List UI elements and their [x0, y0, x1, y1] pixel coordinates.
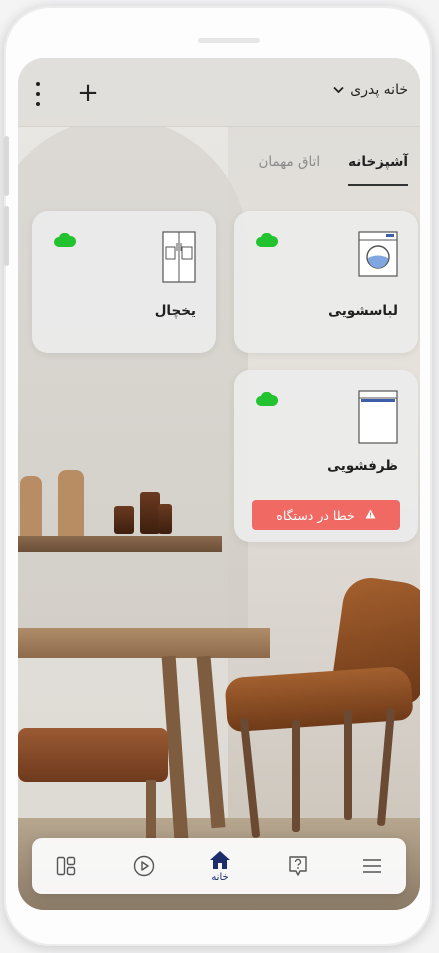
nav-menu[interactable]	[342, 838, 402, 894]
play-icon	[133, 855, 155, 877]
nav-support[interactable]	[268, 838, 328, 894]
background-table	[18, 628, 270, 658]
device-name: ظرفشویی	[327, 458, 398, 474]
device-error-badge[interactable]: خطا در دستگاه	[252, 500, 400, 530]
nav-home[interactable]: خانه	[190, 838, 250, 894]
bottom-navigation: خانه	[32, 838, 406, 894]
chair-leg	[344, 710, 352, 820]
nav-home-label: خانه	[211, 871, 229, 883]
top-bar: + خانه پدری	[18, 58, 420, 127]
add-button[interactable]: +	[76, 78, 100, 108]
jar	[114, 506, 134, 534]
home-name: خانه پدری	[350, 82, 408, 98]
washing-machine-icon	[358, 231, 398, 277]
chair-leg	[292, 720, 300, 832]
chevron-down-icon	[333, 83, 344, 97]
app-screen: + خانه پدری آشپزخانه اتاق مهمان لباسشویی	[18, 58, 420, 910]
fridge-icon	[162, 231, 196, 283]
jar	[140, 492, 160, 534]
cloud-online-icon	[54, 233, 76, 247]
cloud-online-icon	[256, 233, 278, 247]
nav-dashboard[interactable]	[36, 838, 96, 894]
home-icon	[210, 850, 230, 869]
chair-leg	[376, 707, 396, 827]
cutting-board	[58, 470, 84, 538]
background-shelf	[18, 536, 222, 552]
room-tabs: آشپزخانه اتاق مهمان	[258, 154, 408, 186]
side-button	[4, 136, 9, 196]
device-card-dishwasher[interactable]: ظرفشویی خطا در دستگاه	[234, 370, 418, 542]
menu-icon	[363, 859, 381, 873]
more-vertical-icon[interactable]	[30, 82, 46, 106]
device-card-fridge[interactable]: یخچال	[32, 211, 216, 353]
warning-icon	[365, 508, 376, 522]
side-button	[4, 206, 9, 266]
dashboard-icon	[56, 856, 76, 876]
cloud-online-icon	[256, 392, 278, 406]
speaker	[198, 38, 260, 43]
stool-leg	[146, 780, 156, 838]
device-name: یخچال	[154, 303, 196, 319]
tab-kitchen[interactable]: آشپزخانه	[348, 154, 408, 186]
background-arch	[18, 118, 248, 658]
error-text: خطا در دستگاه	[276, 507, 355, 523]
jar	[158, 504, 172, 534]
support-icon	[289, 856, 307, 876]
dishwasher-icon	[358, 390, 398, 444]
nav-scenes[interactable]	[114, 838, 174, 894]
tab-guest-room[interactable]: اتاق مهمان	[258, 154, 320, 186]
home-selector[interactable]: خانه پدری	[333, 82, 408, 98]
background-stool	[18, 728, 168, 782]
cutting-board	[20, 476, 42, 538]
device-name: لباسشویی	[328, 303, 398, 319]
device-card-washing-machine[interactable]: لباسشویی	[234, 211, 418, 353]
